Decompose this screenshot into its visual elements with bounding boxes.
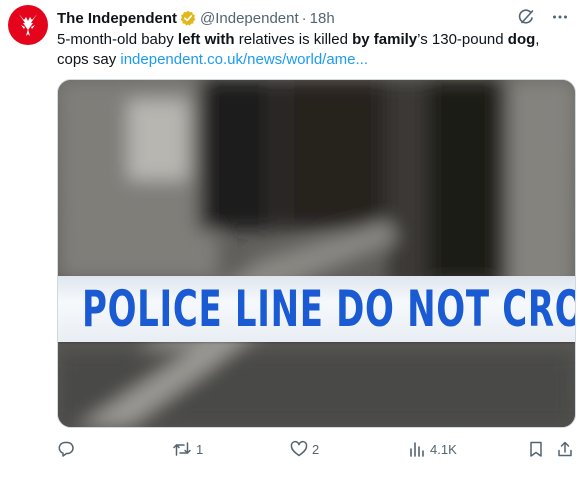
tweet-action-bar: 1 2 4.1K bbox=[57, 437, 577, 461]
avatar[interactable] bbox=[8, 5, 48, 45]
author-handle[interactable]: @Independent bbox=[200, 10, 299, 27]
retweet-icon bbox=[173, 442, 191, 456]
views-count: 4.1K bbox=[430, 441, 457, 457]
police-tape: POLICE LINE DO NOT CROSS bbox=[58, 276, 575, 342]
text-segment: relatives is killed bbox=[234, 31, 353, 48]
tweet-timestamp[interactable]: 18h bbox=[310, 10, 335, 27]
text-segment: 5-month-old baby bbox=[57, 31, 178, 48]
article-link[interactable]: independent.co.uk/news/world/ame... bbox=[120, 51, 368, 68]
tweet-media-image[interactable]: POLICE LINE DO NOT CROSS bbox=[57, 79, 576, 428]
more-icon[interactable] bbox=[550, 7, 570, 27]
blurred-street-background bbox=[58, 80, 575, 427]
text-segment: ’s 130-pound bbox=[417, 31, 508, 48]
share-button[interactable] bbox=[556, 437, 574, 461]
separator-dot: · bbox=[301, 9, 307, 27]
views-icon bbox=[410, 442, 424, 457]
bookmark-icon bbox=[530, 441, 542, 457]
share-icon bbox=[558, 441, 572, 457]
views-button[interactable]: 4.1K bbox=[408, 437, 457, 461]
reply-button[interactable] bbox=[57, 437, 79, 461]
tweet-top-actions bbox=[516, 7, 570, 27]
like-count: 2 bbox=[312, 441, 320, 457]
independent-eagle-logo bbox=[19, 14, 37, 36]
verified-badge-icon bbox=[180, 10, 196, 26]
police-tape-text: POLICE LINE DO NOT CROSS bbox=[82, 280, 575, 338]
tweet-text-line-1: 5-month-old baby left with relatives is … bbox=[57, 30, 567, 50]
like-button[interactable]: 2 bbox=[290, 437, 319, 461]
retweet-count: 1 bbox=[196, 441, 204, 457]
tweet-text: 5-month-old baby left with relatives is … bbox=[57, 30, 567, 70]
text-segment: , bbox=[535, 31, 540, 48]
text-segment: cops say bbox=[57, 51, 121, 68]
bookmark-button[interactable] bbox=[527, 437, 545, 461]
retweet-button[interactable]: 1 bbox=[172, 437, 203, 461]
grok-icon[interactable] bbox=[516, 7, 536, 27]
text-bold-segment: dog bbox=[507, 31, 536, 48]
reply-icon bbox=[58, 441, 74, 457]
text-bold-segment: by family bbox=[352, 31, 418, 48]
text-bold-segment: left with bbox=[177, 31, 235, 48]
author-name[interactable]: The Independent bbox=[57, 10, 177, 27]
tweet-text-line-2: cops say independent.co.uk/news/world/am… bbox=[57, 50, 567, 70]
tweet-header: The Independent @Independent · 18h bbox=[57, 8, 335, 28]
like-icon bbox=[290, 440, 308, 457]
